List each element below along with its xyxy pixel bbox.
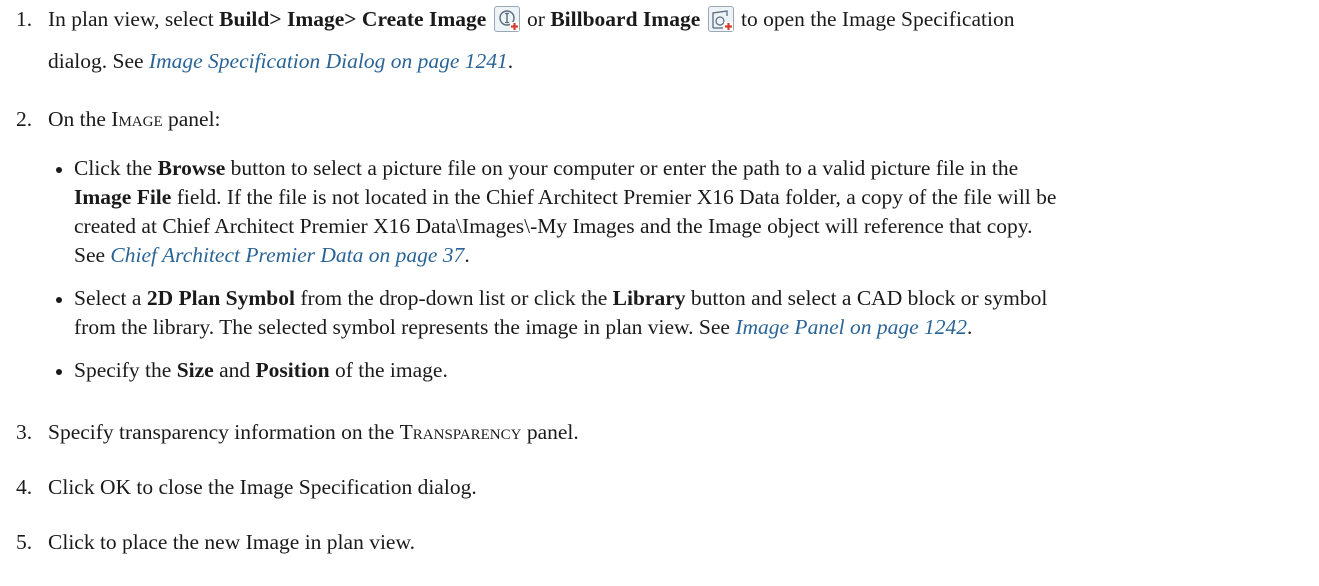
step-number: 3. xyxy=(16,420,33,444)
step-2-text: On the Image panel: xyxy=(48,107,221,131)
step-1-line-2: dialog. See Image Specification Dialog o… xyxy=(48,49,514,73)
bullet-line: Specify the Size and Position of the ima… xyxy=(74,358,448,382)
bullet-line: See Chief Architect Premier Data on page… xyxy=(74,243,470,267)
step-number: 1. xyxy=(16,7,33,31)
billboard-image-icon xyxy=(707,6,734,32)
bullet-dot xyxy=(56,369,62,375)
panel-name: Image xyxy=(111,107,163,131)
bullet-line: Click the Browse button to select a pict… xyxy=(74,156,1019,180)
chief-architect-data-link[interactable]: Chief Architect Premier Data on page 37 xyxy=(110,243,464,267)
document-page: 1. In plan view, select Build> Image> Cr… xyxy=(0,0,1319,586)
create-image-icon xyxy=(493,6,520,32)
menu-path: Build> Image> Create Image xyxy=(219,7,487,31)
step-5-text: Click to place the new Image in plan vie… xyxy=(48,530,415,554)
step-1-line-1: In plan view, select Build> Image> Creat… xyxy=(48,6,1015,32)
billboard-label: Billboard Image xyxy=(550,7,701,31)
bullet-line: created at Chief Architect Premier X16 D… xyxy=(74,214,1033,238)
image-panel-link[interactable]: Image Panel on page 1242 xyxy=(735,315,967,339)
step-number: 2. xyxy=(16,107,33,131)
bullet-line: Image File field. If the file is not loc… xyxy=(74,185,1057,209)
step-3-text: Specify transparency information on the … xyxy=(48,420,579,444)
bullet-dot xyxy=(56,297,62,303)
bullet-dot xyxy=(56,167,62,173)
bullet-line: from the library. The selected symbol re… xyxy=(74,315,973,339)
step-number: 4. xyxy=(16,475,33,499)
bullet-line: Select a 2D Plan Symbol from the drop-do… xyxy=(74,286,1048,310)
step-number: 5. xyxy=(16,530,33,554)
panel-name: Transparency xyxy=(399,420,522,444)
step-4-text: Click OK to close the Image Specificatio… xyxy=(48,475,477,499)
image-specification-dialog-link[interactable]: Image Specification Dialog on page 1241 xyxy=(149,49,508,73)
